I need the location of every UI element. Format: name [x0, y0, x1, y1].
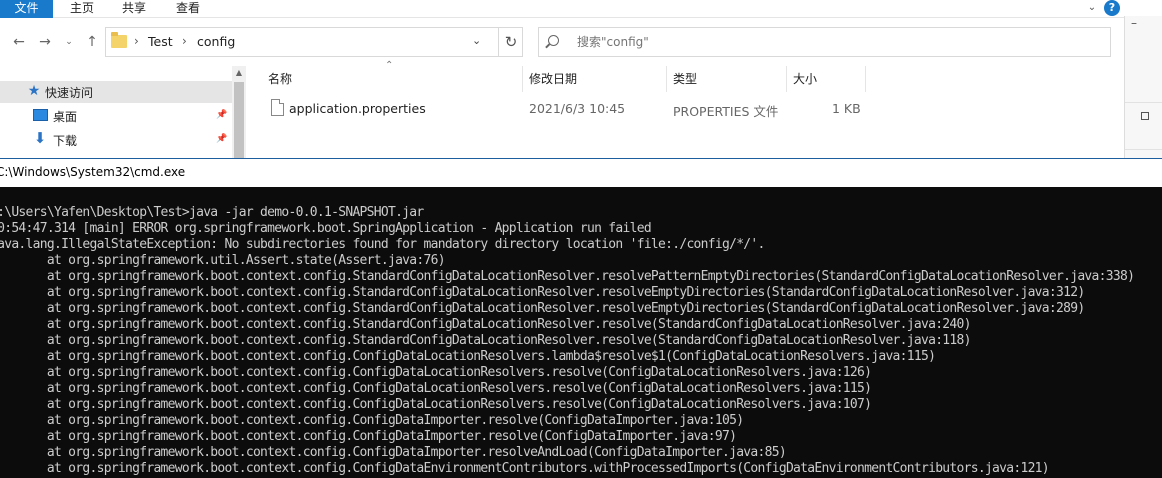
- nav-item-downloads[interactable]: ⬇ 下载 📌: [0, 129, 232, 151]
- console-line: at org.springframework.util.Assert.state…: [0, 253, 446, 268]
- column-header-date[interactable]: 修改日期: [529, 70, 577, 87]
- address-bar[interactable]: › Test › config ⌄ ↻: [105, 27, 523, 57]
- column-divider[interactable]: [786, 66, 787, 92]
- forward-button[interactable]: →: [36, 32, 54, 52]
- breadcrumb-config[interactable]: config: [197, 34, 235, 49]
- console-line: at org.springframework.boot.context.conf…: [0, 445, 787, 460]
- expand-ribbon-icon[interactable]: ⌄: [1085, 1, 1099, 15]
- breadcrumb-test[interactable]: Test: [148, 34, 173, 49]
- desktop: 文件 主页 共享 查看 ⌄ ? ← → ⌄ ↑ › Test › config …: [0, 0, 1162, 478]
- back-button[interactable]: ←: [10, 32, 28, 52]
- tab-file[interactable]: 文件: [0, 0, 53, 18]
- search-icon: [548, 35, 559, 46]
- divider: [1125, 149, 1162, 150]
- console-line: at org.springframework.boot.context.conf…: [0, 269, 1135, 284]
- nav-item-label: 桌面: [53, 110, 78, 124]
- sort-ascending-icon: ⌃: [385, 60, 394, 71]
- cmd-title-bar[interactable]: C:\Windows\System32\cmd.exe: [0, 158, 1162, 187]
- column-header-size[interactable]: 大小: [793, 70, 817, 87]
- tab-share[interactable]: 共享: [110, 0, 158, 18]
- recent-locations-icon[interactable]: ⌄: [60, 32, 78, 52]
- up-button[interactable]: ↑: [83, 32, 101, 52]
- pin-icon[interactable]: 📌: [216, 134, 227, 144]
- folder-icon: [111, 32, 127, 48]
- refresh-button[interactable]: ↻: [498, 28, 523, 56]
- console-line: 10:54:47.314 [main] ERROR org.springfram…: [0, 221, 652, 236]
- console-line: at org.springframework.boot.context.conf…: [0, 285, 1085, 300]
- file-name: application.properties: [289, 101, 426, 116]
- column-divider[interactable]: [522, 66, 523, 92]
- ribbon-tabs: 文件 主页 共享 查看 ⌄ ?: [0, 0, 1124, 18]
- search-input[interactable]: [577, 33, 1077, 51]
- file-explorer-window: 文件 主页 共享 查看 ⌄ ? ← → ⌄ ↑ › Test › config …: [0, 0, 1124, 158]
- minimize-icon[interactable]: –: [1131, 16, 1137, 30]
- console-line: at org.springframework.boot.context.conf…: [0, 413, 744, 428]
- column-header-name[interactable]: 名称: [268, 70, 292, 87]
- pin-icon[interactable]: 📌: [216, 110, 227, 120]
- file-icon: [271, 99, 284, 116]
- nav-item-quick-access[interactable]: ★ 快速访问: [0, 81, 232, 103]
- file-row[interactable]: application.properties 2021/6/3 10:45 PR…: [262, 95, 866, 121]
- console-line: at org.springframework.boot.context.conf…: [0, 333, 972, 348]
- star-icon: ★: [27, 83, 41, 99]
- divider: [1125, 102, 1162, 103]
- navigation-pane: ★ 快速访问 桌面 📌 ⬇ 下载 📌: [0, 66, 232, 158]
- console-line: at org.springframework.boot.context.conf…: [0, 301, 1085, 316]
- console-line: at org.springframework.boot.context.conf…: [0, 397, 872, 412]
- background-window-edge: –: [1124, 16, 1162, 158]
- cmd-window-title: C:\Windows\System32\cmd.exe: [0, 165, 186, 179]
- scroll-thumb[interactable]: [234, 82, 244, 158]
- checkbox-icon[interactable]: [1141, 112, 1149, 120]
- console-line: at org.springframework.boot.context.conf…: [0, 317, 972, 332]
- console-line: at org.springframework.boot.context.conf…: [0, 381, 872, 396]
- breadcrumb-separator-icon[interactable]: ›: [182, 34, 187, 48]
- search-box[interactable]: [538, 27, 1111, 57]
- nav-item-label: 下载: [53, 134, 78, 148]
- console-line: at org.springframework.boot.context.conf…: [0, 461, 1050, 476]
- column-divider[interactable]: [865, 66, 866, 92]
- tab-view[interactable]: 查看: [164, 0, 212, 18]
- breadcrumb-separator-icon[interactable]: ›: [134, 34, 139, 48]
- console-line: C:\Users\Yafen\Desktop\Test>java -jar de…: [0, 205, 424, 220]
- nav-scrollbar[interactable]: ▲: [232, 66, 246, 158]
- nav-item-label: 快速访问: [45, 86, 94, 100]
- console-line: at org.springframework.boot.context.conf…: [0, 429, 737, 444]
- console-output[interactable]: C:\Users\Yafen\Desktop\Test>java -jar de…: [0, 187, 1162, 478]
- column-divider[interactable]: [666, 66, 667, 92]
- file-size: 1 KB: [832, 101, 861, 116]
- help-button[interactable]: ?: [1104, 0, 1120, 16]
- scroll-up-icon[interactable]: ▲: [233, 68, 245, 78]
- console-line: java.lang.IllegalStateException: No subd…: [0, 237, 765, 252]
- address-dropdown-icon[interactable]: ⌄: [472, 34, 481, 47]
- console-line: at org.springframework.boot.context.conf…: [0, 349, 936, 364]
- download-icon: ⬇: [33, 129, 47, 147]
- file-date: 2021/6/3 10:45: [529, 101, 626, 116]
- desktop-icon: [33, 109, 48, 121]
- file-type: PROPERTIES 文件: [673, 104, 779, 119]
- nav-item-desktop[interactable]: 桌面 📌: [0, 105, 232, 127]
- column-header-type[interactable]: 类型: [673, 70, 697, 87]
- console-line: at org.springframework.boot.context.conf…: [0, 365, 872, 380]
- tab-home[interactable]: 主页: [56, 0, 108, 18]
